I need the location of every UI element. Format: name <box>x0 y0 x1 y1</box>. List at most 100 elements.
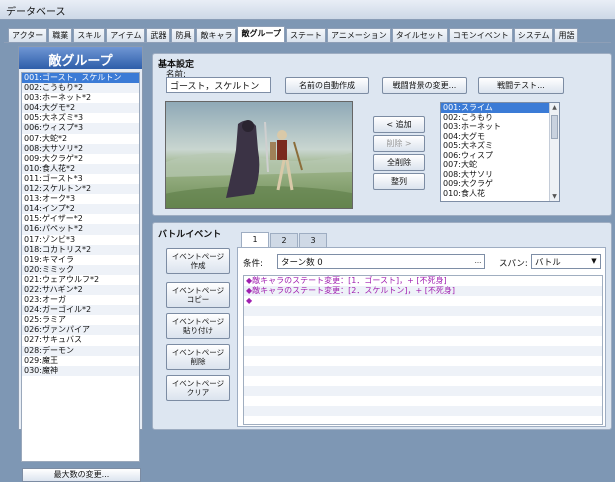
button-label: 作成 <box>190 261 206 270</box>
event-command[interactable]: ◆ <box>244 296 602 306</box>
delete-page-button[interactable]: イベントページ 削除 <box>166 344 230 370</box>
list-item[interactable]: 018:コカトリス*2 <box>22 244 139 255</box>
page-tab-1[interactable]: 1 <box>241 232 269 248</box>
list-item[interactable]: 026:ヴァンパイア <box>22 325 139 336</box>
auto-name-button[interactable]: 名前の自動作成 <box>285 77 369 94</box>
chevron-down-icon[interactable]: ▼ <box>588 255 600 268</box>
list-item[interactable]: 006:ウィスプ <box>441 151 549 161</box>
button-label: イベントページ <box>171 252 225 261</box>
list-item[interactable]: 019:キマイラ <box>22 255 139 265</box>
list-item[interactable]: 008:大サソリ <box>441 170 549 180</box>
list-item[interactable]: 003:ホーネット <box>441 122 549 132</box>
list-item[interactable]: 009:大クラゲ*2 <box>22 154 139 164</box>
tab-8[interactable]: ステート <box>286 28 327 43</box>
list-item[interactable]: 002:こうもり <box>441 113 549 123</box>
list-item[interactable]: 025:ラミア <box>22 315 139 325</box>
condition-label: 条件: <box>243 259 263 269</box>
battle-test-button[interactable]: 戦闘テスト... <box>478 77 564 94</box>
button-label: 貼り付け <box>183 326 213 335</box>
button-label: クリア <box>186 388 210 397</box>
enemy-list-scrollbar[interactable]: ▲ ▼ <box>549 103 559 201</box>
list-item[interactable]: 008:大サソリ*2 <box>22 143 139 154</box>
list-item[interactable]: 014:インプ*2 <box>22 204 139 215</box>
list-item[interactable]: 030:魔神 <box>22 365 139 376</box>
name-field[interactable]: ゴースト，スケルトン <box>166 77 271 93</box>
list-item[interactable]: 012:スケルトン*2 <box>22 184 139 195</box>
list-item[interactable]: 001:スライム <box>441 103 549 113</box>
list-item[interactable]: 015:ゲイザー*2 <box>22 214 139 224</box>
list-item[interactable]: 003:ホーネット*2 <box>22 93 139 103</box>
clear-enemies-button[interactable]: 全削除 <box>373 154 425 171</box>
button-label: イベントページ <box>171 379 225 388</box>
tab-1[interactable]: 職業 <box>48 28 73 43</box>
window-titlebar: データベース <box>0 0 615 20</box>
troop-list[interactable]: 001:ゴースト，スケルトン 002:こうもり*2 003:ホーネット*2 004:大… <box>21 72 140 462</box>
button-label: イベントページ <box>171 317 225 326</box>
button-label: イベントページ <box>171 348 225 357</box>
paste-page-button[interactable]: イベントページ 貼り付け <box>166 313 230 339</box>
event-command-list[interactable]: ◆敵キャラのステート変更：[1．ゴースト]，+ [不死身] ◆敵キャラのステート変… <box>243 275 603 425</box>
button-label: イベントページ <box>171 286 225 295</box>
list-item[interactable]: 029:魔王 <box>22 356 139 366</box>
remove-enemy-button[interactable]: 削除 > <box>373 135 425 152</box>
list-item[interactable]: 010:食人花 <box>441 189 549 199</box>
list-item[interactable]: 023:オーガ <box>22 295 139 305</box>
condition-field[interactable]: ターン数 0 ... <box>277 254 485 269</box>
tab-7[interactable]: 敵グループ <box>237 26 286 43</box>
clear-page-button[interactable]: イベントページ クリア <box>166 375 230 401</box>
event-command[interactable]: ◆敵キャラのステート変更：[1．ゴースト]，+ [不死身] <box>244 276 602 286</box>
add-enemy-button[interactable]: < 追加 <box>373 116 425 133</box>
list-item[interactable]: 020:ミミック <box>22 264 139 275</box>
list-item[interactable]: 027:サキュバス <box>22 335 139 345</box>
tab-6[interactable]: 敵キャラ <box>196 28 237 43</box>
tab-2[interactable]: スキル <box>73 28 106 43</box>
scroll-thumb[interactable] <box>551 115 558 139</box>
tab-4[interactable]: 武器 <box>146 28 171 43</box>
list-item[interactable]: 001:ゴースト，スケルトン <box>22 73 139 84</box>
event-command[interactable]: ◆敵キャラのステート変更：[2．スケルトン]，+ [不死身] <box>244 286 602 296</box>
list-item[interactable]: 007:大蛇*2 <box>22 134 139 144</box>
list-item[interactable]: 005:大ネズミ*3 <box>22 113 139 123</box>
change-max-button[interactable]: 最大数の変更... <box>22 468 141 482</box>
list-item[interactable]: 006:ウィスプ*3 <box>22 123 139 134</box>
list-item[interactable]: 004:大グモ*2 <box>22 103 139 114</box>
scroll-down-icon[interactable]: ▼ <box>550 192 559 201</box>
condition-value: ターン数 0 <box>281 258 323 268</box>
span-select[interactable]: バトル ▼ <box>531 254 601 269</box>
battleback-button[interactable]: 戦闘背景の変更... <box>382 77 467 94</box>
tab-13[interactable]: 用語 <box>554 28 579 43</box>
list-item[interactable]: 022:サハギン*2 <box>22 284 139 296</box>
list-item[interactable]: 005:大ネズミ <box>441 141 549 151</box>
align-enemies-button[interactable]: 整列 <box>373 173 425 190</box>
tab-12[interactable]: システム <box>513 28 554 43</box>
tab-0[interactable]: アクター <box>8 28 48 43</box>
condition-dots[interactable]: ... <box>472 255 484 268</box>
tab-3[interactable]: アイテム <box>106 28 146 43</box>
list-item[interactable]: 007:大蛇 <box>441 160 549 170</box>
list-item[interactable]: 013:オーク*3 <box>22 194 139 204</box>
list-item[interactable]: 002:こうもり*2 <box>22 83 139 94</box>
enemy-select-list[interactable]: 001:スライム 002:こうもり 003:ホーネット 004:大グモ 005:大ネズミ… <box>440 102 560 202</box>
tab-9[interactable]: アニメーション <box>327 28 391 43</box>
copy-page-button[interactable]: イベントページ コピー <box>166 282 230 308</box>
span-value: バトル <box>535 258 561 268</box>
tab-10[interactable]: タイルセット <box>391 28 448 43</box>
list-item[interactable]: 017:ゾンビ*3 <box>22 235 139 245</box>
scroll-up-icon[interactable]: ▲ <box>550 103 559 112</box>
page-tab-2[interactable]: 2 <box>270 233 298 247</box>
battle-preview[interactable] <box>165 101 353 209</box>
list-item[interactable]: 024:ガーゴイル*2 <box>22 305 139 316</box>
list-item[interactable]: 028:デーモン <box>22 345 139 356</box>
list-item[interactable]: 011:ゴースト*3 <box>22 174 139 184</box>
list-item[interactable]: 021:ウェアウルフ*2 <box>22 275 139 285</box>
new-page-button[interactable]: イベントページ 作成 <box>166 248 230 274</box>
tab-divider <box>4 42 611 43</box>
window-title: データベース <box>6 7 66 18</box>
list-item[interactable]: 010:食人花*2 <box>22 163 139 174</box>
page-tab-3[interactable]: 3 <box>299 233 327 247</box>
list-item[interactable]: 009:大クラゲ <box>441 179 549 189</box>
list-item[interactable]: 016:パペット*2 <box>22 224 139 235</box>
tab-5[interactable]: 防具 <box>171 28 196 43</box>
list-item[interactable]: 004:大グモ <box>441 132 549 142</box>
tab-11[interactable]: コモンイベント <box>448 28 513 43</box>
